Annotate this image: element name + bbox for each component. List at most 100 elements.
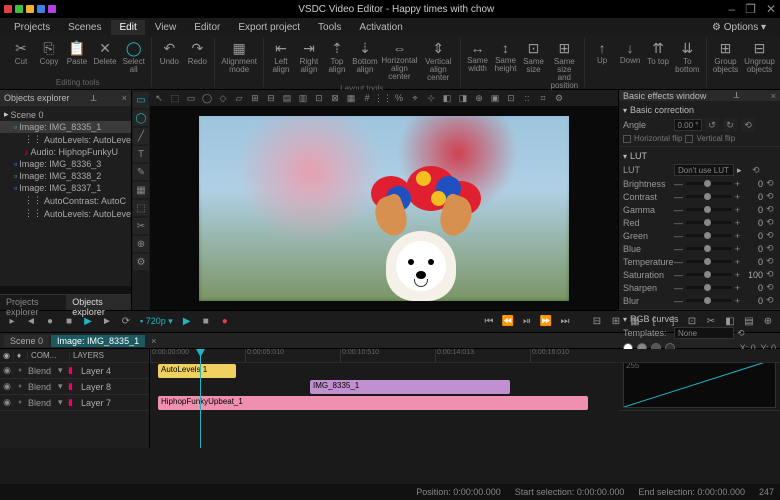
rotate-reset-icon[interactable]: ⟲ bbox=[741, 118, 755, 132]
bottom-button[interactable]: ⇣Bottom align bbox=[352, 38, 378, 84]
preview-tool-button[interactable]: :: bbox=[520, 91, 534, 105]
red-slider[interactable] bbox=[686, 221, 732, 224]
reset-icon[interactable]: ⟲ bbox=[766, 204, 776, 215]
tool-button[interactable]: ▭ bbox=[133, 92, 149, 108]
app-dot[interactable] bbox=[48, 5, 56, 13]
tree-node[interactable]: ⋮⋮AutoContrast: AutoC bbox=[0, 194, 131, 207]
copy-button[interactable]: ⎘Copy bbox=[36, 38, 62, 76]
blend-mode[interactable]: Blend bbox=[26, 366, 58, 376]
tool-button[interactable]: ▦ bbox=[133, 182, 149, 198]
top-button[interactable]: ⇡Top align bbox=[324, 38, 350, 84]
options-button[interactable]: ⚙ Options ▾ bbox=[704, 20, 774, 35]
tool-button[interactable]: T bbox=[133, 146, 149, 162]
stop-button[interactable]: ■ bbox=[198, 314, 214, 330]
playback-button[interactable]: ⟳ bbox=[118, 314, 134, 330]
menu-tools[interactable]: Tools bbox=[310, 20, 349, 35]
menu-editor[interactable]: Editor bbox=[186, 20, 228, 35]
preview-tool-button[interactable]: ⊟ bbox=[264, 91, 278, 105]
sharpen-slider[interactable] bbox=[686, 286, 732, 289]
rotate-ccw-icon[interactable]: ↺ bbox=[705, 118, 719, 132]
eye-col-icon[interactable]: ◉ bbox=[0, 351, 14, 360]
timeline-tracks-area[interactable]: 0:00:00:0000:00:05:0100:00:10:5100:00:14… bbox=[150, 349, 780, 448]
playback-button[interactable]: ■ bbox=[61, 314, 77, 330]
timeline-clip[interactable]: IMG_8335_1 bbox=[310, 380, 510, 394]
object-tree[interactable]: ▸Scene 0▫Image: IMG_8335_1⋮⋮AutoLevels: … bbox=[0, 106, 131, 286]
playback-button[interactable]: ◄ bbox=[23, 314, 39, 330]
flip-checkbox[interactable]: Vertical flip bbox=[685, 134, 735, 143]
reset-icon[interactable]: ⟲ bbox=[766, 282, 776, 293]
preview-tool-button[interactable]: ◯ bbox=[200, 91, 214, 105]
track-color-icon[interactable]: ▮ bbox=[68, 381, 78, 392]
preview-tool-button[interactable]: ⊕ bbox=[472, 91, 486, 105]
app-dot[interactable] bbox=[4, 5, 12, 13]
dropdown-icon[interactable]: ▾ bbox=[58, 397, 68, 408]
lut-select[interactable]: Don't use LUT bbox=[674, 164, 734, 176]
blend-mode[interactable]: Blend bbox=[26, 398, 58, 408]
playback-button[interactable]: ▶ bbox=[80, 314, 96, 330]
preview-tool-button[interactable]: ⊹ bbox=[424, 91, 438, 105]
tool-button[interactable]: ◯ bbox=[133, 110, 149, 126]
lock-icon[interactable]: ♦ bbox=[14, 399, 26, 406]
reset-icon[interactable]: ⟲ bbox=[766, 295, 776, 306]
transport-button[interactable]: ⏩ bbox=[538, 314, 554, 330]
reset-icon[interactable]: ⟲ bbox=[766, 217, 776, 228]
col-combine[interactable]: COM... bbox=[28, 351, 70, 360]
hcenter-button[interactable]: ⇔Horizontal align center bbox=[380, 38, 419, 84]
visibility-icon[interactable]: ◉ bbox=[0, 381, 14, 392]
minimize-button[interactable]: – bbox=[728, 2, 735, 16]
track-color-icon[interactable]: ▮ bbox=[68, 397, 78, 408]
blue-slider[interactable] bbox=[686, 247, 732, 250]
timeline-tool-button[interactable]: ] bbox=[665, 314, 681, 330]
green-slider[interactable] bbox=[686, 234, 732, 237]
preview-tool-button[interactable]: ▤ bbox=[280, 91, 294, 105]
totop-button[interactable]: ⇈To top bbox=[645, 38, 671, 76]
timeline-track-header[interactable]: ◉♦Blend▾▮Layer 8 bbox=[0, 379, 149, 395]
dropdown-icon[interactable]: ▾ bbox=[58, 365, 68, 376]
visibility-icon[interactable]: ◉ bbox=[0, 365, 14, 376]
timeline-tab[interactable]: Image: IMG_8335_1 bbox=[51, 335, 145, 347]
group-button[interactable]: ⊞Group objects bbox=[711, 38, 741, 76]
tree-node[interactable]: ♪Audio: HiphopFunkyU bbox=[0, 146, 131, 158]
rotate-cw-icon[interactable]: ↻ bbox=[723, 118, 737, 132]
col-layers[interactable]: LAYERS bbox=[70, 351, 149, 360]
record-button[interactable]: ▶ bbox=[179, 314, 195, 330]
alignmode-button[interactable]: ▦Alignment mode bbox=[219, 38, 259, 76]
playhead[interactable] bbox=[200, 349, 201, 448]
preview-tool-button[interactable]: ⊡ bbox=[504, 91, 518, 105]
angle-input[interactable]: 0.00 ° bbox=[674, 119, 702, 131]
preview-tool-button[interactable]: ⊞ bbox=[248, 91, 262, 105]
cut-button[interactable]: ✂Cut bbox=[8, 38, 34, 76]
timeline-tool-button[interactable]: ◧ bbox=[722, 314, 738, 330]
tree-node[interactable]: ▫Image: IMG_8337_1 bbox=[0, 182, 131, 194]
tool-button[interactable]: ✎ bbox=[133, 164, 149, 180]
preview-tool-button[interactable]: ▱ bbox=[232, 91, 246, 105]
delete-button[interactable]: ✕Delete bbox=[92, 38, 118, 76]
reset-icon[interactable]: ⟲ bbox=[766, 269, 776, 280]
up-button[interactable]: ↑Up bbox=[589, 38, 615, 76]
temperature-slider[interactable] bbox=[686, 260, 732, 263]
reset-icon[interactable]: ⟲ bbox=[766, 230, 776, 241]
timeline-ruler[interactable]: 0:00:00:0000:00:05:0100:00:10:5100:00:14… bbox=[150, 349, 780, 363]
down-button[interactable]: ↓Down bbox=[617, 38, 643, 76]
preview-tool-button[interactable]: ◨ bbox=[456, 91, 470, 105]
close-tab-icon[interactable]: × bbox=[151, 336, 156, 346]
transport-button[interactable]: ⏪ bbox=[500, 314, 516, 330]
ungroup-button[interactable]: ⊟Ungroup objects bbox=[742, 38, 776, 76]
tobottom-button[interactable]: ⇊To bottom bbox=[673, 38, 701, 76]
preview-tool-button[interactable]: ▭ bbox=[184, 91, 198, 105]
pin-icon[interactable]: ⟂ bbox=[734, 90, 740, 101]
timeline-clip[interactable]: AutoLevels 1 bbox=[158, 364, 236, 378]
close-button[interactable]: ✕ bbox=[766, 2, 776, 16]
tree-node[interactable]: ▸Scene 0 bbox=[0, 108, 131, 121]
menu-projects[interactable]: Projects bbox=[6, 20, 58, 35]
explorer-scrollbar[interactable] bbox=[0, 286, 131, 294]
close-panel-icon[interactable]: × bbox=[122, 93, 127, 103]
menu-edit[interactable]: Edit bbox=[111, 20, 144, 35]
timeline-tool-button[interactable]: ⊡ bbox=[684, 314, 700, 330]
explorer-tab[interactable]: Projects explorer bbox=[0, 294, 66, 310]
right-button[interactable]: ⇥Right align bbox=[296, 38, 322, 84]
timeline-tab[interactable]: Scene 0 bbox=[4, 335, 49, 347]
transport-button[interactable]: ⏮ bbox=[481, 314, 497, 330]
left-button[interactable]: ⇤Left align bbox=[268, 38, 294, 84]
preview-tool-button[interactable]: # bbox=[360, 91, 374, 105]
